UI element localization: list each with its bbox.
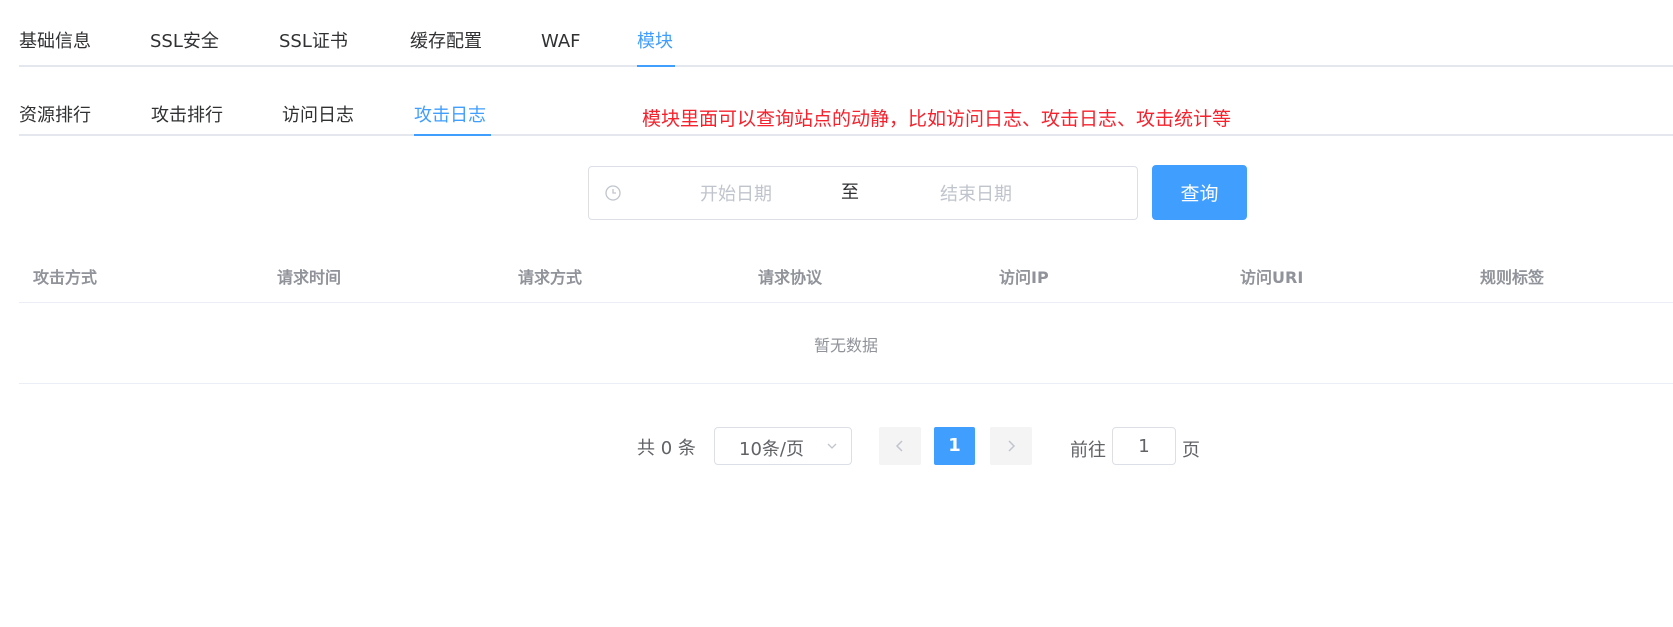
- goto-page-input[interactable]: [1112, 427, 1176, 465]
- goto-label: 前往: [1070, 440, 1106, 461]
- subtab-resource-ranking[interactable]: 资源排行: [19, 104, 91, 128]
- annotation-note: 模块里面可以查询站点的动静，比如访问日志、攻击日志、攻击统计等: [642, 108, 1232, 130]
- page-size-value: 10条/页: [739, 439, 804, 460]
- column-header-access-ip: 访问IP: [999, 268, 1049, 287]
- subtab-access-log[interactable]: 访问日志: [282, 104, 354, 128]
- column-header-request-method: 请求方式: [518, 268, 583, 287]
- next-page-button[interactable]: [990, 427, 1032, 465]
- column-header-request-time: 请求时间: [277, 268, 342, 287]
- pagination-total: 共 0 条: [637, 438, 696, 459]
- top-tabbar-divider: [19, 65, 1673, 67]
- chevron-left-icon: [895, 440, 903, 452]
- range-separator: 至: [841, 182, 859, 203]
- clock-icon: [605, 185, 621, 201]
- prev-page-button[interactable]: [879, 427, 921, 465]
- top-tab-active-indicator: [637, 65, 675, 67]
- table-header: 攻击方式 请求时间 请求方式 请求协议 访问IP 访问URI 规则标签: [19, 250, 1673, 303]
- date-range-picker[interactable]: 至: [588, 166, 1138, 220]
- sub-tabbar-divider: [19, 134, 1673, 136]
- start-date-input[interactable]: [649, 179, 823, 209]
- subtab-attack-ranking[interactable]: 攻击排行: [151, 104, 223, 128]
- table-empty-text: 暂无数据: [813, 336, 878, 355]
- table-body: 暂无数据: [19, 303, 1673, 384]
- tab-basic-info[interactable]: 基础信息: [19, 30, 91, 54]
- query-button[interactable]: 查询: [1152, 165, 1247, 220]
- subtab-attack-log[interactable]: 攻击日志: [414, 104, 486, 128]
- tab-cache-config[interactable]: 缓存配置: [410, 30, 482, 54]
- column-header-attack-method: 攻击方式: [33, 268, 98, 287]
- tab-ssl-certificate[interactable]: SSL证书: [279, 30, 348, 54]
- page-size-select[interactable]: 10条/页: [714, 427, 852, 465]
- chevron-down-icon: [827, 443, 837, 449]
- column-header-rule-tag: 规则标签: [1480, 268, 1545, 287]
- tab-modules[interactable]: 模块: [637, 30, 673, 54]
- column-header-request-protocol: 请求协议: [758, 268, 823, 287]
- tab-ssl-security[interactable]: SSL安全: [150, 30, 219, 54]
- goto-suffix: 页: [1182, 440, 1200, 461]
- tab-waf[interactable]: WAF: [541, 30, 580, 54]
- column-header-access-uri: 访问URI: [1240, 268, 1304, 287]
- end-date-input[interactable]: [889, 179, 1063, 209]
- page: 基础信息 SSL安全 SSL证书 缓存配置 WAF 模块 资源排行 攻击排行 访…: [0, 0, 1673, 627]
- page-number-current[interactable]: 1: [934, 427, 975, 465]
- chevron-right-icon: [1008, 440, 1016, 452]
- sub-tab-active-indicator: [414, 134, 491, 136]
